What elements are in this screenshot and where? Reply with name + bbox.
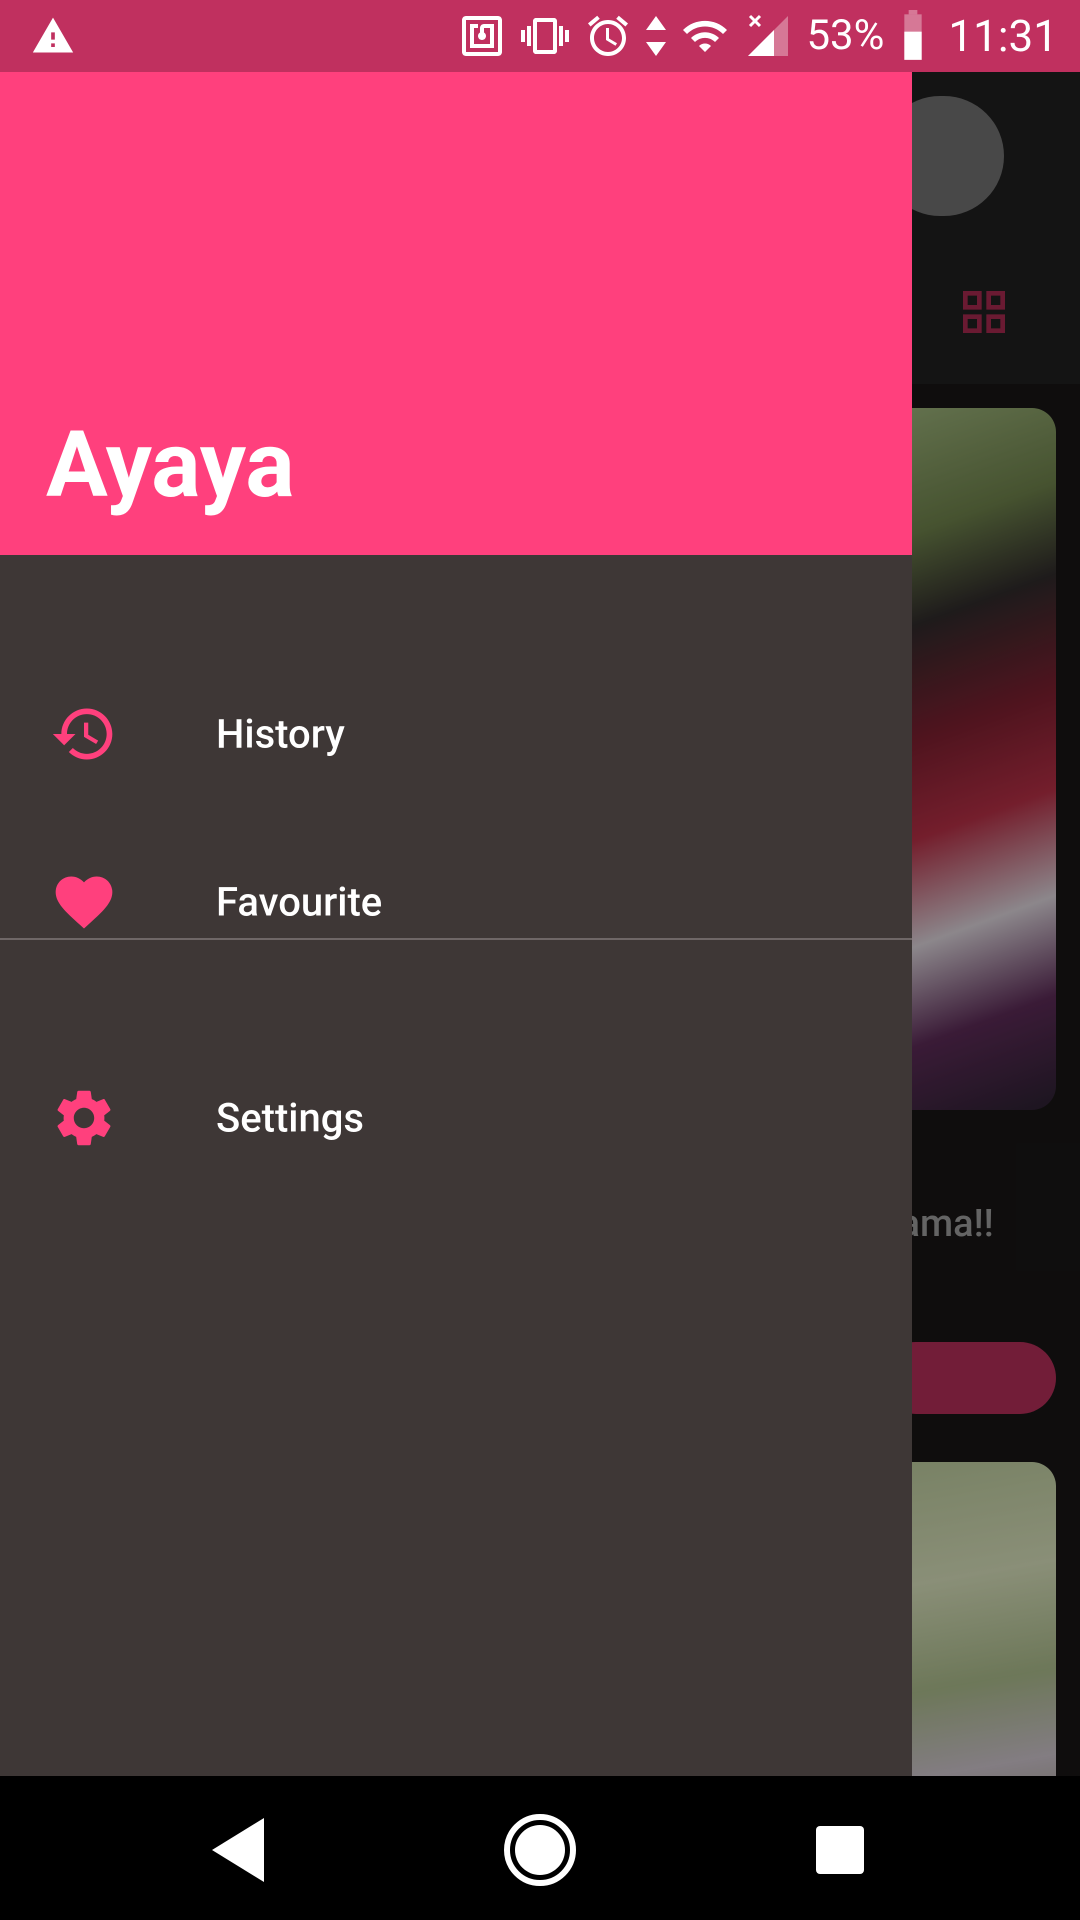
navigation-drawer: Ayaya History Favourite Settings	[0, 72, 912, 1776]
drawer-header: Ayaya	[0, 72, 912, 555]
gear-icon	[57, 1090, 111, 1146]
wifi-icon	[683, 20, 728, 52]
system-navigation-bar	[0, 1776, 1080, 1920]
vibrate-icon	[521, 18, 570, 54]
alarm-icon	[588, 15, 629, 56]
home-icon[interactable]	[500, 1810, 580, 1890]
battery-percent: 53%	[806, 11, 885, 60]
heart-icon	[55, 876, 113, 929]
warning-icon	[32, 17, 74, 53]
history-icon	[52, 708, 113, 760]
recents-icon[interactable]	[800, 1810, 880, 1890]
drawer-divider	[0, 938, 912, 940]
drawer-item-label: History	[216, 710, 345, 758]
drawer-title: Ayaya	[46, 412, 295, 519]
drawer-item-label: Settings	[216, 1094, 365, 1142]
drawer-item-history[interactable]: History	[0, 650, 912, 818]
data-arrows-icon	[646, 16, 667, 56]
clock: 11:31	[948, 10, 1058, 62]
battery-icon	[904, 10, 923, 60]
drawer-item-settings[interactable]: Settings	[0, 1034, 912, 1202]
drawer-item-label: Favourite	[216, 878, 383, 926]
back-icon[interactable]	[200, 1810, 280, 1890]
drawer-item-favourite[interactable]: Favourite	[0, 818, 912, 986]
status-bar: 53% 11:31	[0, 0, 1080, 72]
nfc-icon	[462, 16, 503, 56]
signal-icon	[748, 14, 789, 56]
